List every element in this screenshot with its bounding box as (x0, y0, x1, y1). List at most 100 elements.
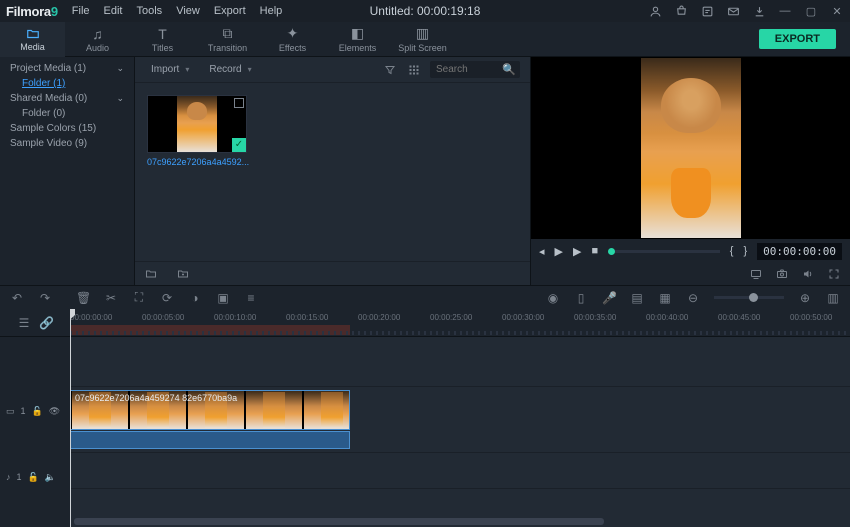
timecode-display: 00:00:00:00 (757, 243, 842, 260)
ruler-tick: 00:00:20:00 (358, 313, 400, 322)
search-input[interactable] (436, 64, 496, 75)
tab-split-screen[interactable]: ▥Split Screen (390, 22, 455, 57)
next-frame-button[interactable]: ▶ (573, 245, 581, 258)
export-button[interactable]: EXPORT (759, 29, 836, 49)
link-icon[interactable]: 🔗 (39, 316, 53, 330)
playback-slider[interactable] (608, 250, 720, 253)
color-button[interactable]: ◑ (188, 291, 202, 305)
app-logo: Filmora9 (6, 4, 58, 19)
cart-icon[interactable] (674, 4, 688, 18)
bell-icon[interactable] (700, 4, 714, 18)
marker-button[interactable]: ▯ (574, 291, 588, 305)
zoom-in-button[interactable]: ⊕ (798, 291, 812, 305)
cut-button[interactable]: ✂ (104, 291, 118, 305)
preview-frame (641, 58, 741, 238)
sidebar-item-sample-video[interactable]: Sample Video (9) (0, 136, 134, 151)
crop-button[interactable]: ⛶ (132, 290, 146, 305)
video-track-header[interactable]: ▭ 1 🔓 👁 (0, 387, 70, 435)
menu-tools[interactable]: Tools (137, 5, 163, 17)
search-box[interactable]: 🔍 (430, 61, 520, 78)
tab-elements[interactable]: ◧Elements (325, 22, 390, 57)
fullscreen-icon[interactable] (826, 266, 842, 282)
manage-tracks-icon[interactable]: ☰ (17, 316, 31, 330)
zoom-out-button[interactable]: ⊖ (686, 291, 700, 305)
lock-icon[interactable]: 🔓 (32, 406, 43, 417)
sidebar-item-shared-media[interactable]: Shared Media (0)⌄ (0, 91, 134, 106)
volume-icon[interactable] (800, 266, 816, 282)
play-button[interactable]: ▶ (555, 245, 563, 258)
new-folder-plus-icon[interactable] (175, 266, 191, 282)
snap-button[interactable]: ▦ (658, 291, 672, 305)
prev-frame-button[interactable]: ◂ (539, 245, 545, 258)
redo-button[interactable]: ↷ (38, 291, 52, 305)
audio-clip[interactable] (70, 431, 350, 449)
menu-edit[interactable]: Edit (104, 5, 123, 17)
tab-audio[interactable]: ♫Audio (65, 22, 130, 57)
tab-media[interactable]: Media (0, 22, 65, 57)
grid-view-icon[interactable] (406, 62, 422, 78)
snapshot-icon[interactable] (774, 266, 790, 282)
tab-titles[interactable]: TTitles (130, 22, 195, 57)
timeline-ruler[interactable]: 00:00:00:0000:00:05:0000:00:10:0000:00:1… (70, 309, 850, 337)
timeline-track-headers: ☰ 🔗 ▭ 1 🔓 👁 ♪ 1 🔓 🔈 (0, 309, 70, 527)
render-button[interactable]: ◉ (546, 291, 560, 305)
eye-icon[interactable]: 👁 (49, 406, 60, 417)
empty-track[interactable] (70, 337, 850, 387)
menu-export[interactable]: Export (214, 5, 246, 17)
adjust-button[interactable]: ≡ (244, 291, 258, 305)
timeline-scrollbar[interactable] (74, 518, 604, 525)
media-grid: ✓ 07c9622e7206a4a4592... (135, 83, 530, 261)
clip-label: 07c9622e7206a4a459274 82e6770ba9a (75, 393, 237, 403)
timeline-tracks[interactable]: 00:00:00:0000:00:05:0000:00:10:0000:00:1… (70, 309, 850, 527)
mark-out-button[interactable]: } (743, 245, 747, 257)
playhead[interactable] (70, 309, 71, 527)
download-icon[interactable] (752, 4, 766, 18)
ruler-tick: 00:00:35:00 (574, 313, 616, 322)
record-dropdown[interactable]: Record▾ (203, 62, 257, 77)
sidebar-item-folder-1[interactable]: Folder (1) (0, 76, 134, 91)
media-thumbnail[interactable]: ✓ (147, 95, 247, 153)
mute-icon[interactable]: 🔈 (45, 472, 56, 483)
folder-icon (25, 27, 41, 41)
ruler-tick: 00:00:30:00 (502, 313, 544, 322)
sidebar-item-project-media[interactable]: Project Media (1)⌄ (0, 61, 134, 76)
audio-track-header[interactable]: ♪ 1 🔓 🔈 (0, 459, 70, 495)
timeline: ☰ 🔗 ▭ 1 🔓 👁 ♪ 1 🔓 🔈 00:00:00:0000:00:05:… (0, 309, 850, 527)
import-dropdown[interactable]: Import▾ (145, 62, 195, 77)
tab-transition[interactable]: ⧉Transition (195, 22, 260, 57)
voiceover-button[interactable]: 🎤 (602, 291, 616, 305)
video-track[interactable]: 07c9622e7206a4a459274 82e6770ba9a (70, 387, 850, 453)
minimize-icon[interactable]: — (778, 4, 792, 18)
mixer-button[interactable]: ▤ (630, 291, 644, 305)
delete-button[interactable]: 🗑 (76, 291, 90, 305)
close-icon[interactable]: ✕ (830, 4, 844, 18)
sidebar-item-folder-0[interactable]: Folder (0) (0, 106, 134, 121)
ruler-ticks-strip (70, 331, 850, 335)
menu-help[interactable]: Help (260, 5, 283, 17)
menu-view[interactable]: View (176, 5, 200, 17)
menu-file[interactable]: File (72, 5, 90, 17)
audio-track-icon: ♪ (6, 472, 11, 482)
maximize-icon[interactable]: ▢ (804, 4, 818, 18)
preview-video[interactable] (531, 57, 850, 239)
user-icon[interactable] (648, 4, 662, 18)
zoom-slider[interactable] (714, 296, 784, 299)
chevron-down-icon: ▾ (248, 65, 252, 74)
mark-in-button[interactable]: { (730, 245, 734, 257)
lock-icon[interactable]: 🔓 (28, 472, 39, 483)
filter-icon[interactable] (382, 62, 398, 78)
new-folder-icon[interactable] (143, 266, 159, 282)
mail-icon[interactable] (726, 4, 740, 18)
undo-button[interactable]: ↶ (10, 291, 24, 305)
zoom-fit-button[interactable]: ▥ (826, 291, 840, 305)
video-clip[interactable]: 07c9622e7206a4a459274 82e6770ba9a (70, 390, 350, 430)
timeline-toolbar: ↶ ↷ 🗑 ✂ ⛶ ⟳ ◑ ▣ ≡ ◉ ▯ 🎤 ▤ ▦ ⊖ ⊕ ▥ (0, 285, 850, 309)
search-icon[interactable]: 🔍 (502, 63, 516, 76)
audio-track[interactable] (70, 453, 850, 489)
tab-effects[interactable]: ✦Effects (260, 22, 325, 57)
quality-icon[interactable] (748, 266, 764, 282)
sidebar-item-sample-colors[interactable]: Sample Colors (15) (0, 121, 134, 136)
stop-button[interactable]: ■ (591, 245, 598, 257)
speed-button[interactable]: ⟳ (160, 291, 174, 305)
green-screen-button[interactable]: ▣ (216, 291, 230, 305)
